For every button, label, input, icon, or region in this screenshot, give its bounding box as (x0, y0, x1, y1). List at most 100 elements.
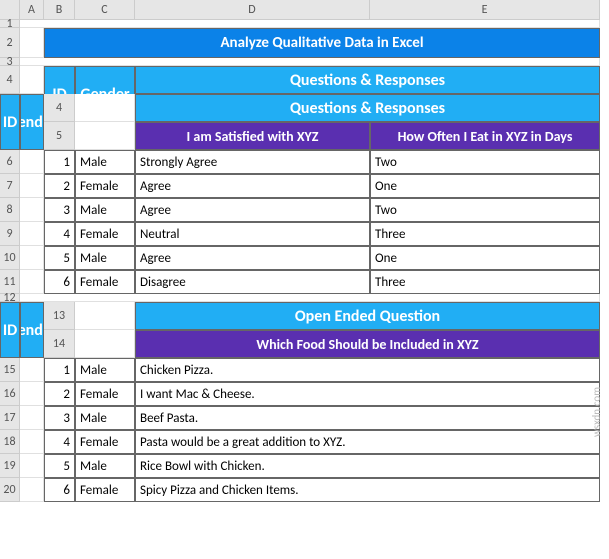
t2-gender[interactable]: Female (75, 382, 135, 406)
t1-frequency[interactable]: One (370, 174, 600, 198)
t2-gender[interactable]: Male (75, 454, 135, 478)
col-header-d[interactable]: D (135, 0, 370, 20)
t1-frequency[interactable]: Two (370, 198, 600, 222)
t1-col-d[interactable]: I am Satisfied with XYZ (135, 122, 370, 150)
row-header-4[interactable]: 4 (0, 66, 20, 94)
row-header[interactable]: 18 (0, 430, 20, 454)
col-header-a[interactable]: A (20, 0, 44, 20)
cell[interactable] (20, 294, 600, 302)
t2-food[interactable]: I want Mac & Cheese. (135, 382, 600, 406)
cell[interactable] (75, 94, 135, 122)
t1-gender[interactable]: Female (75, 174, 135, 198)
col-header-c[interactable]: C (75, 0, 135, 20)
t1-satisfied[interactable]: Agree (135, 198, 370, 222)
cell[interactable] (20, 270, 44, 294)
t1-qr-header[interactable]: Questions & Responses (135, 94, 600, 122)
t1-gender[interactable]: Male (75, 246, 135, 270)
row-header-4b[interactable]: 4 (44, 94, 75, 122)
row-header-14[interactable]: 14 (44, 330, 75, 358)
row-header[interactable]: 19 (0, 454, 20, 478)
cell[interactable] (20, 382, 44, 406)
main-title[interactable]: Analyze Qualitative Data in Excel (44, 28, 600, 58)
column-headers: A B C D E (0, 0, 609, 20)
col-header-b[interactable]: B (44, 0, 75, 20)
t2-gender-header[interactable]: Gender (20, 302, 44, 358)
t1-id[interactable]: 3 (44, 198, 75, 222)
t1-gender[interactable]: Female (75, 270, 135, 294)
t1-col-e[interactable]: How Often I Eat in XYZ in Days (370, 122, 600, 150)
cell[interactable] (20, 454, 44, 478)
t2-id[interactable]: 2 (44, 382, 75, 406)
row-header-2[interactable]: 2 (0, 28, 20, 58)
row-header[interactable]: 15 (0, 358, 20, 382)
row-header-5b[interactable]: 5 (44, 122, 75, 150)
t2-id[interactable]: 5 (44, 454, 75, 478)
row-header-13[interactable]: 13 (44, 302, 75, 330)
cell[interactable] (20, 174, 44, 198)
cell[interactable] (20, 406, 44, 430)
row-header[interactable]: 16 (0, 382, 20, 406)
t1-id[interactable]: 5 (44, 246, 75, 270)
row-header-1[interactable]: 1 (0, 20, 20, 28)
cell[interactable] (20, 28, 44, 58)
cell[interactable] (20, 58, 600, 66)
t2-food[interactable]: Spicy Pizza and Chicken Items. (135, 478, 600, 502)
t1-satisfied[interactable]: Agree (135, 174, 370, 198)
t2-id[interactable]: 1 (44, 358, 75, 382)
t2-food[interactable]: Chicken Pizza. (135, 358, 600, 382)
t1-id-header[interactable]: ID (0, 94, 20, 150)
t1-frequency[interactable]: Three (370, 270, 600, 294)
t1-satisfied[interactable]: Agree (135, 246, 370, 270)
cell[interactable] (75, 302, 135, 330)
t2-gender[interactable]: Male (75, 406, 135, 430)
row-header[interactable]: 8 (0, 198, 20, 222)
t1-id[interactable]: 4 (44, 222, 75, 246)
t2-id[interactable]: 3 (44, 406, 75, 430)
row-header[interactable]: 6 (0, 150, 20, 174)
row-header[interactable]: 9 (0, 222, 20, 246)
col-header-e[interactable]: E (370, 0, 600, 20)
t2-id[interactable]: 6 (44, 478, 75, 502)
t1-satisfied[interactable]: Neutral (135, 222, 370, 246)
t1-gender-header[interactable]: Gender (20, 94, 44, 150)
cell[interactable] (20, 198, 44, 222)
t2-food[interactable]: Rice Bowl with Chicken. (135, 454, 600, 478)
cell[interactable] (75, 330, 135, 358)
cell[interactable] (20, 222, 44, 246)
t2-id[interactable]: 4 (44, 430, 75, 454)
cell[interactable] (20, 430, 44, 454)
t1-gender[interactable]: Female (75, 222, 135, 246)
t2-gender[interactable]: Male (75, 358, 135, 382)
t1-frequency[interactable]: One (370, 246, 600, 270)
cell[interactable] (20, 150, 44, 174)
t2-id-header[interactable]: ID (0, 302, 20, 358)
t2-food[interactable]: Pasta would be a great addition to XYZ. (135, 430, 600, 454)
t2-gender[interactable]: Female (75, 430, 135, 454)
t2-gender[interactable]: Female (75, 478, 135, 502)
cell[interactable] (20, 358, 44, 382)
t1-gender[interactable]: Male (75, 198, 135, 222)
t1-id[interactable]: 6 (44, 270, 75, 294)
t1-satisfied[interactable]: Strongly Agree (135, 150, 370, 174)
t2-col-de[interactable]: Which Food Should be Included in XYZ (135, 330, 600, 358)
t1-qr-header[interactable]: Questions & Responses (135, 66, 600, 94)
cell[interactable] (20, 246, 44, 270)
row-header[interactable]: 20 (0, 478, 20, 502)
row-header[interactable]: 10 (0, 246, 20, 270)
t1-id[interactable]: 1 (44, 150, 75, 174)
cell[interactable] (20, 66, 44, 94)
t1-satisfied[interactable]: Disagree (135, 270, 370, 294)
t1-gender[interactable]: Male (75, 150, 135, 174)
cell[interactable] (20, 478, 44, 502)
row-header[interactable]: 7 (0, 174, 20, 198)
cell[interactable] (20, 20, 600, 28)
row-header[interactable]: 17 (0, 406, 20, 430)
t2-food[interactable]: Beef Pasta. (135, 406, 600, 430)
t1-frequency[interactable]: Three (370, 222, 600, 246)
t1-frequency[interactable]: Two (370, 150, 600, 174)
row-header-3[interactable]: 3 (0, 58, 20, 66)
t2-open-header[interactable]: Open Ended Question (135, 302, 600, 330)
cell[interactable] (75, 122, 135, 150)
t1-id[interactable]: 2 (44, 174, 75, 198)
row-header-12[interactable]: 12 (0, 294, 20, 302)
